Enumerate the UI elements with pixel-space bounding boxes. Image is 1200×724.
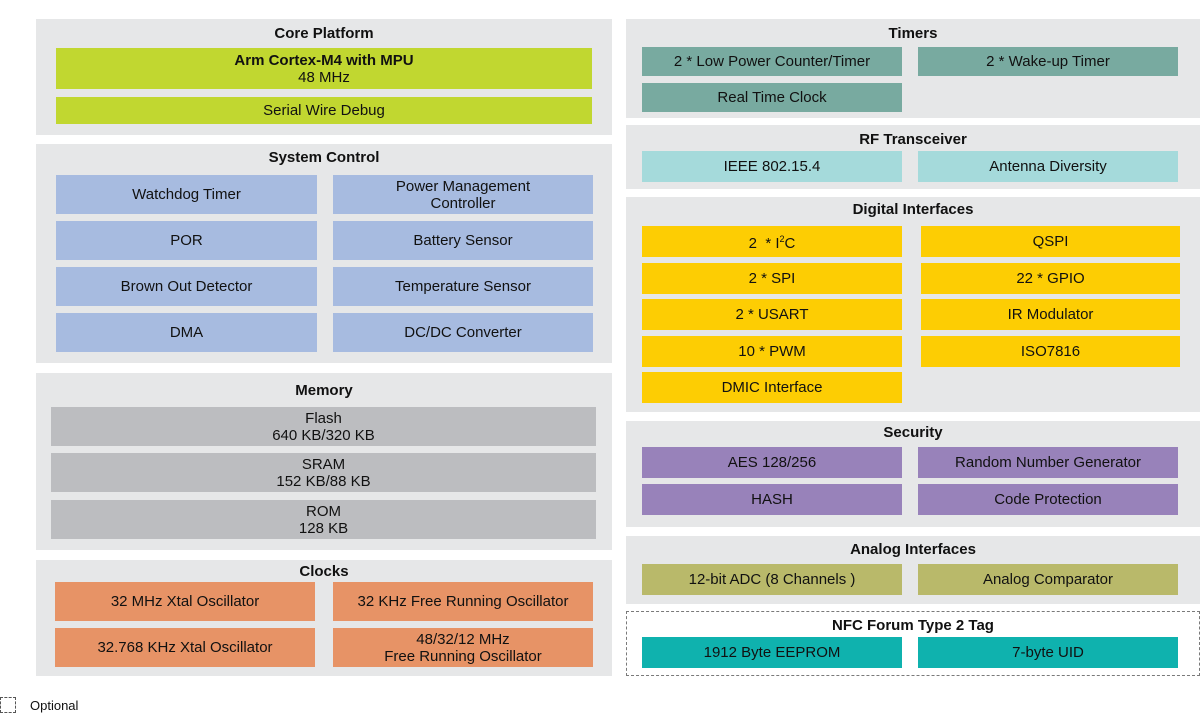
- memory-panel: Memory Flash 640 KB/320 KB SRAM 152 KB/8…: [36, 373, 612, 550]
- random-number-generator-block: Random Number Generator: [918, 447, 1178, 478]
- qspi-block: QSPI: [921, 226, 1180, 257]
- timers-title: Timers: [888, 25, 938, 42]
- dmic-interface-block: DMIC Interface: [642, 372, 902, 403]
- oscillator-type: Free Running Oscillator: [384, 647, 542, 665]
- por-block: POR: [56, 221, 317, 260]
- security-title: Security: [883, 424, 943, 441]
- ieee-802154-block: IEEE 802.15.4: [642, 151, 902, 182]
- legend: Optional: [0, 697, 78, 713]
- power-management-line1: Power Management: [395, 177, 531, 195]
- oscillator-freq: 48/32/12 MHz: [416, 630, 510, 648]
- core-platform-panel: Core Platform Arm Cortex-M4 with MPU 48 …: [36, 19, 612, 135]
- rom-size: 128 KB: [298, 519, 349, 537]
- security-panel: Security AES 128/256 Random Number Gener…: [626, 421, 1200, 527]
- 48-32-12mhz-oscillator-block: 48/32/12 MHz Free Running Oscillator: [333, 628, 593, 667]
- digital-interfaces-panel: Digital Interfaces 2 * I2C QSPI 2 * SPI …: [626, 197, 1200, 412]
- analog-interfaces-panel: Analog Interfaces 12-bit ADC (8 Channels…: [626, 536, 1200, 604]
- cpu-frequency: 48 MHz: [298, 68, 350, 86]
- cpu-block: Arm Cortex-M4 with MPU 48 MHz: [56, 48, 592, 89]
- system-control-title: System Control: [268, 149, 380, 166]
- sram-size: 152 KB/88 KB: [276, 472, 371, 490]
- legend-optional-label: Optional: [30, 697, 79, 713]
- uid-block: 7-byte UID: [918, 637, 1178, 668]
- rf-transceiver-panel: RF Transceiver IEEE 802.15.4 Antenna Div…: [626, 125, 1200, 189]
- system-control-panel: System Control Watchdog Timer Power Mana…: [36, 144, 612, 363]
- 32768khz-xtal-block: 32.768 KHz Xtal Oscillator: [55, 628, 315, 667]
- eeprom-block: 1912 Byte EEPROM: [642, 637, 902, 668]
- low-power-counter-block: 2 * Low Power Counter/Timer: [642, 47, 902, 76]
- ir-modulator-block: IR Modulator: [921, 299, 1180, 330]
- wakeup-timer-block: 2 * Wake-up Timer: [918, 47, 1178, 76]
- memory-title: Memory: [295, 382, 353, 399]
- adc-block: 12-bit ADC (8 Channels ): [642, 564, 902, 595]
- nfc-tag-panel: NFC Forum Type 2 Tag 1912 Byte EEPROM 7-…: [626, 611, 1200, 676]
- brown-out-detector-block: Brown Out Detector: [56, 267, 317, 306]
- i2c-suffix: C: [784, 235, 796, 252]
- dcdc-converter-block: DC/DC Converter: [333, 313, 593, 352]
- hash-block: HASH: [642, 484, 902, 515]
- gpio-block: 22 * GPIO: [921, 263, 1180, 294]
- antenna-diversity-block: Antenna Diversity: [918, 151, 1178, 182]
- iso7816-block: ISO7816: [921, 336, 1180, 367]
- real-time-clock-block: Real Time Clock: [642, 83, 902, 112]
- aes-block: AES 128/256: [642, 447, 902, 478]
- sram-label: SRAM: [301, 455, 346, 473]
- dashed-box-icon: [0, 697, 16, 713]
- spi-block: 2 * SPI: [642, 263, 902, 294]
- i2c-prefix: 2 * I: [748, 235, 780, 252]
- rom-label: ROM: [306, 502, 341, 520]
- cpu-name: Arm Cortex-M4 with MPU: [234, 51, 414, 69]
- nfc-tag-title: NFC Forum Type 2 Tag: [832, 617, 994, 634]
- i2c-label: 2 * I2C: [749, 231, 796, 252]
- core-platform-title: Core Platform: [274, 25, 374, 42]
- power-management-line2: Controller: [430, 194, 496, 212]
- digital-interfaces-title: Digital Interfaces: [852, 201, 974, 218]
- rf-transceiver-title: RF Transceiver: [859, 131, 967, 148]
- dma-block: DMA: [56, 313, 317, 352]
- flash-block: Flash 640 KB/320 KB: [51, 407, 596, 446]
- 32mhz-xtal-block: 32 MHz Xtal Oscillator: [55, 582, 315, 621]
- analog-interfaces-title: Analog Interfaces: [850, 541, 976, 558]
- i2c-block: 2 * I2C: [642, 226, 902, 257]
- temperature-sensor-block: Temperature Sensor: [333, 267, 593, 306]
- watchdog-timer-block: Watchdog Timer: [56, 175, 317, 214]
- rom-block: ROM 128 KB: [51, 500, 596, 539]
- code-protection-block: Code Protection: [918, 484, 1178, 515]
- 32khz-free-running-block: 32 KHz Free Running Oscillator: [333, 582, 593, 621]
- clocks-title: Clocks: [299, 563, 349, 580]
- sram-block: SRAM 152 KB/88 KB: [51, 453, 596, 492]
- serial-wire-debug-block: Serial Wire Debug: [56, 97, 592, 124]
- clocks-panel: Clocks 32 MHz Xtal Oscillator 32 KHz Fre…: [36, 560, 612, 676]
- battery-sensor-block: Battery Sensor: [333, 221, 593, 260]
- usart-block: 2 * USART: [642, 299, 902, 330]
- power-management-block: Power Management Controller: [333, 175, 593, 214]
- timers-panel: Timers 2 * Low Power Counter/Timer 2 * W…: [626, 19, 1200, 118]
- analog-comparator-block: Analog Comparator: [918, 564, 1178, 595]
- pwm-block: 10 * PWM: [642, 336, 902, 367]
- flash-size: 640 KB/320 KB: [272, 426, 375, 444]
- flash-label: Flash: [305, 409, 342, 427]
